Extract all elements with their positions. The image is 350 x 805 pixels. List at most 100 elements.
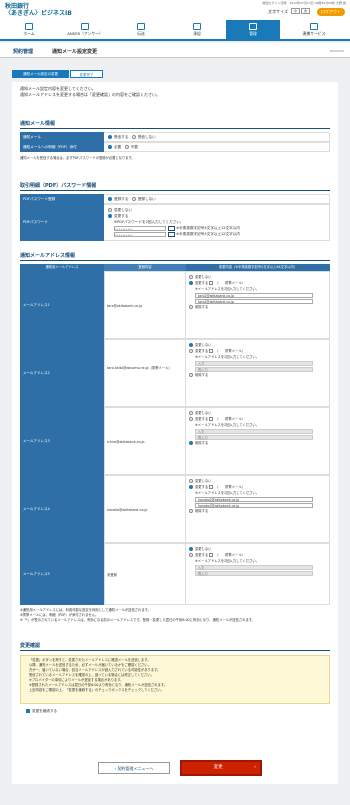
pdf-not-register-radio[interactable] <box>131 197 136 201</box>
email-reinput[interactable]: taro2@akitabank.co.jp <box>195 298 313 304</box>
pdf-nochange-radio[interactable] <box>108 208 112 212</box>
address-row-label: メールアドレス3 <box>20 407 104 475</box>
nav-approval[interactable]: 承認 <box>170 20 224 41</box>
email-input[interactable]: 入力 <box>195 564 313 570</box>
nochange-radio[interactable] <box>189 275 193 279</box>
last-login: 前回ログイン日時：2012年07月13日 09時30分00秒 大野 健 <box>262 1 346 5</box>
col-header: 登録内容 <box>104 264 186 271</box>
change-label: 変更する <box>195 553 209 557</box>
change-radio[interactable] <box>189 485 193 489</box>
nav-linked-services[interactable]: 連携サービス <box>282 20 346 41</box>
email-reinput[interactable]: 再入力 <box>195 570 313 576</box>
mobile-checkbox[interactable] <box>209 281 214 285</box>
step-current: 通知メール設定の変更 <box>12 70 69 78</box>
email-input[interactable]: taro2@akitabank.co.jp <box>195 292 313 298</box>
pdf-attach-required-radio[interactable] <box>108 145 112 149</box>
user-name: 大野 健 <box>336 1 346 5</box>
nochange-radio[interactable] <box>189 411 193 415</box>
confirm-line: 上記内容をご確認の上、「変更を継続する」のチェックボックスをチェックしてください… <box>29 688 164 692</box>
change-radio[interactable] <box>189 349 193 353</box>
address-section-title: 通知メールアドレス情報 <box>20 253 76 259</box>
change-radio[interactable] <box>189 417 193 421</box>
pdf-change-radio[interactable] <box>108 214 112 218</box>
change-label: 変更 <box>213 765 223 770</box>
delete-radio[interactable] <box>189 305 193 309</box>
email-reinput[interactable]: 再入力 <box>195 366 313 372</box>
email-input[interactable]: hanako2@akitabank.co.jp <box>195 496 313 502</box>
nav-anser[interactable]: ANSER（アンサー） <box>58 20 112 41</box>
email-reinput[interactable]: hanako2@akitabank.co.jp <box>195 502 313 508</box>
address-row-label: メールアドレス4 <box>20 475 104 543</box>
nav-management[interactable]: 管理 <box>226 20 280 41</box>
notify-receive-radio[interactable] <box>108 135 112 139</box>
continue-change-row[interactable]: 変更を継続する <box>26 709 57 714</box>
delete-radio[interactable] <box>189 441 193 445</box>
management-icon <box>249 23 257 30</box>
continue-change-checkbox[interactable] <box>26 709 30 713</box>
nochange-label: 変更しない <box>195 343 212 347</box>
nav-transmission[interactable]: 伝送 <box>114 20 168 41</box>
mobile-label: （ 携帯メール） <box>215 485 245 489</box>
email-input[interactable]: 入力 <box>195 360 313 366</box>
confirm-section-title: 変更確認 <box>20 643 41 649</box>
transmission-icon <box>137 23 145 30</box>
email-reinput[interactable]: 再入力 <box>195 434 313 440</box>
pdf-password-confirm-input[interactable]: •••••••••• <box>114 231 166 237</box>
pdf-attach-not-required-radio[interactable] <box>124 145 129 149</box>
main-panel: 通知メール設定内容を変更してください。 通知メールアドレスを変更する場合は「変更… <box>12 82 338 782</box>
pdf-register-radio[interactable] <box>108 197 112 201</box>
linked-services-icon <box>310 23 318 30</box>
change-radio[interactable] <box>189 553 193 557</box>
nav-home[interactable]: ホーム <box>2 20 56 41</box>
mobile-checkbox[interactable] <box>209 553 214 557</box>
header: 秋田銀行 〈あきぎん〉ビジネスIB 前回ログイン日時：2012年07月13日 0… <box>0 0 350 20</box>
mobile-checkbox[interactable] <box>209 349 214 353</box>
address-change-cell: 変更しない 変更する （ 携帯メール） ※メールアドレスを2回入力してください。… <box>186 475 330 543</box>
pdf-attach-options: 必要 不要 <box>104 142 330 152</box>
change-label: 変更する <box>195 281 209 285</box>
back-to-menu-button[interactable]: ‹ 契約管理メニューへ <box>98 762 170 774</box>
software-keyboard-icon[interactable] <box>168 231 175 237</box>
change-radio[interactable] <box>189 281 193 285</box>
mobile-checkbox[interactable] <box>209 417 214 421</box>
font-size-small-button[interactable]: 小 <box>291 8 300 14</box>
mobile-checkbox[interactable] <box>209 485 214 489</box>
page-title: 通知メール設定変更 <box>52 49 98 55</box>
nav-approval-label: 承認 <box>193 31 201 36</box>
pdf-register-no-label: 登録しない <box>137 197 156 201</box>
footnotes: ※通知用メールアドレスには、利用可能な設定を利用として通知メールが送信されます。… <box>20 608 332 623</box>
email-input[interactable]: 入力 <box>195 428 313 434</box>
last-login-text: 前回ログイン日時：2012年07月13日 09時30分00秒 <box>262 1 336 5</box>
pdf-register-yes-label: 登録する <box>114 197 129 201</box>
address-current: taro-akita@docomo.ne.jp（携帯メール） <box>104 339 186 407</box>
change-button[interactable]: 変更 › <box>180 760 262 776</box>
pdf-password-label: PDFパスワード <box>20 204 104 241</box>
nochange-radio[interactable] <box>189 547 193 551</box>
bank-name: 秋田銀行 <box>5 3 30 10</box>
divider <box>20 128 330 129</box>
notify-not-receive-radio[interactable] <box>131 135 136 139</box>
nochange-radio[interactable] <box>189 479 193 483</box>
pdf-password-input[interactable]: •••••••••• <box>114 225 166 231</box>
font-size-large-button[interactable]: 大 <box>301 8 310 14</box>
address-row-label: メールアドレス5 <box>20 543 104 605</box>
address-change-cell: 変更しない 変更する （ 携帯メール） ※メールアドレスを2回入力してください。… <box>186 543 330 605</box>
bank-logo[interactable]: 秋田銀行 〈あきぎん〉ビジネスIB <box>5 3 72 17</box>
address-current: 未登録 <box>104 543 186 605</box>
nav-anser-label: ANSER（アンサー） <box>67 31 103 36</box>
address-row-label: メールアドレス2 <box>20 339 104 407</box>
service-name: 〈あきぎん〉ビジネスIB <box>5 10 72 17</box>
confirm-box: 「変更」ボタンを押すと、変更されたメールアドレスに確認メールを送信します。 以降… <box>20 655 330 704</box>
nochange-label: 変更しない <box>195 411 212 415</box>
pdf-change-label: 変更する <box>114 214 129 218</box>
nav-linked-label: 連携サービス <box>302 31 326 36</box>
nochange-radio[interactable] <box>189 343 193 347</box>
delete-radio[interactable] <box>189 373 193 377</box>
logout-button[interactable]: ログアウト <box>317 8 345 16</box>
breadcrumb[interactable]: 契約管理 <box>13 48 33 55</box>
nav-management-label: 管理 <box>249 31 257 36</box>
pdf-hint: ※半角英数字記号4文字以上12文字以内 <box>176 232 240 236</box>
software-keyboard-icon[interactable] <box>168 225 175 231</box>
nochange-label: 変更しない <box>195 547 212 551</box>
delete-radio[interactable] <box>189 509 193 513</box>
